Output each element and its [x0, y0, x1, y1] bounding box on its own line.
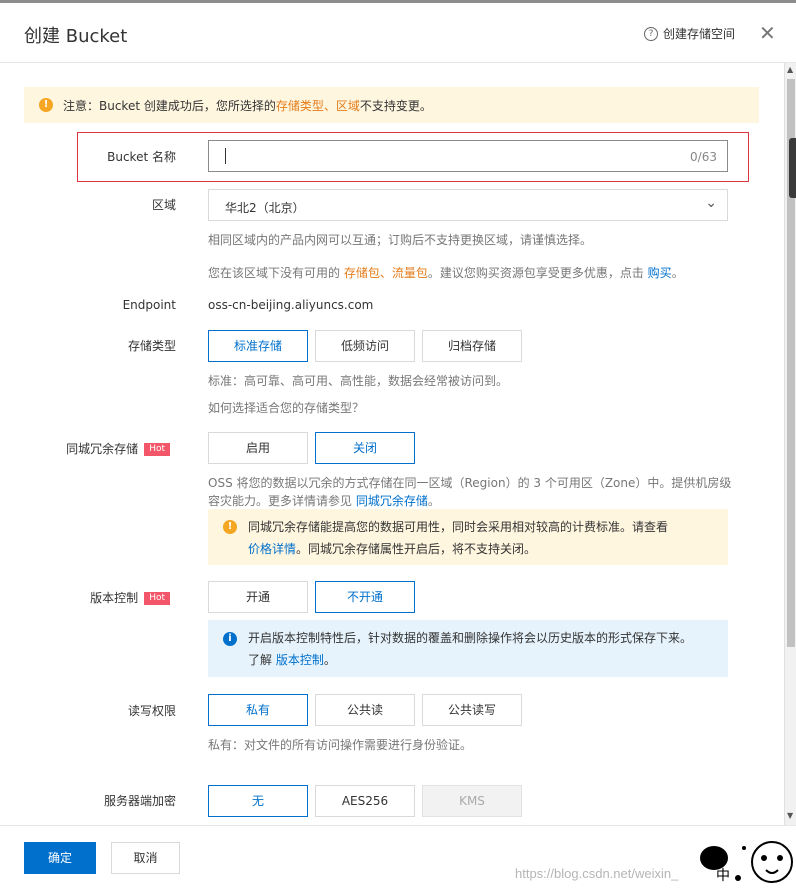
region-hint-2: 您在该区域下没有可用的 存储包、流量包。建议您购买资源包享受更多优惠，点击 购买…: [208, 264, 684, 281]
chevron-down-icon: ⌄: [705, 195, 717, 211]
scroll-down-icon[interactable]: ▼: [787, 811, 793, 820]
cat-mascot-icon: 中: [700, 841, 793, 884]
hot-badge: Hot: [144, 592, 170, 605]
storage-class-label: 存储类型: [127, 339, 176, 353]
notice-highlight: 存储类型、区域: [275, 98, 360, 113]
versioning-label: 版本控制 Hot: [50, 589, 170, 606]
close-icon[interactable]: ✕: [759, 21, 776, 45]
price-detail-link[interactable]: 价格详情: [248, 542, 296, 556]
question-circle-icon: ?: [644, 26, 658, 41]
endpoint-label: Endpoint: [122, 298, 176, 312]
storage-class-hint: 标准：高可靠、高可用、高性能，数据会经常被访问到。: [208, 374, 509, 388]
versioning-tip-box: i 开启版本控制特性后，针对数据的覆盖和删除操作将会以历史版本的形式保存下来。 …: [208, 620, 728, 677]
zrs-desc-line2: 容灾能力。更多详情请参见 同城冗余存储。: [208, 492, 440, 509]
zrs-doc-link[interactable]: 同城冗余存储: [356, 494, 428, 508]
bucket-name-label: Bucket 名称: [107, 150, 176, 164]
cat-text: 中: [716, 868, 730, 884]
acl-label: 读写权限: [127, 704, 176, 718]
versioning-doc-link[interactable]: 版本控制: [276, 653, 324, 667]
bucket-name-input[interactable]: 0/63: [208, 140, 728, 172]
zrs-label-text: 同城冗余存储: [66, 442, 139, 456]
notice-suffix: 不支持变更。: [359, 98, 432, 113]
zrs-label: 同城冗余存储 Hot: [50, 440, 170, 457]
zrs-tip-box: ! 同城冗余存储能提高您的数据可用性，同时会采用相对较高的计费标准。请查看 价格…: [208, 509, 728, 565]
acl-private-button[interactable]: 私有: [208, 694, 308, 726]
help-link[interactable]: ? 创建存储空间: [644, 25, 735, 42]
dialog-body[interactable]: ! 注意：Bucket 创建成功后，您所选择的 存储类型、区域 不支持变更。 B…: [0, 63, 784, 825]
zrs-disable-button[interactable]: 关闭: [315, 432, 415, 464]
encryption-none-button[interactable]: 无: [208, 785, 308, 817]
acl-hint: 私有：对文件的所有访问操作需要进行身份验证。: [208, 738, 473, 752]
region-hint-2-mid: 。建议您购买资源包享受更多优惠，点击: [427, 266, 648, 280]
acl-public-read-write-button[interactable]: 公共读写: [422, 694, 522, 726]
text-cursor: [225, 148, 226, 164]
buy-link[interactable]: 购买: [648, 266, 672, 280]
storage-class-archive-button[interactable]: 归档存储: [422, 330, 522, 362]
watermark: https://blog.csdn.net/weixin_: [515, 866, 679, 881]
versioning-tip-line1: 开启版本控制特性后，针对数据的覆盖和删除操作将会以历史版本的形式保存下来。: [248, 631, 693, 645]
storage-class-standard-button[interactable]: 标准存储: [208, 330, 308, 362]
versioning-disable-button[interactable]: 不开通: [315, 581, 415, 613]
dialog-footer: 确定 取消 https://blog.csdn.net/weixin_ 中: [0, 825, 796, 891]
zrs-desc-suffix: 。: [427, 494, 440, 508]
versioning-tip-suffix: 。: [323, 653, 336, 667]
notice-banner: ! 注意：Bucket 创建成功后，您所选择的 存储类型、区域 不支持变更。: [24, 87, 759, 123]
versioning-tip-prefix: 了解: [248, 653, 276, 667]
encryption-aes256-button[interactable]: AES256: [315, 785, 415, 817]
scroll-up-icon[interactable]: ▲: [787, 65, 793, 74]
zrs-tip-line1: 同城冗余存储能提高您的数据可用性，同时会采用相对较高的计费标准。请查看: [248, 520, 669, 534]
zrs-tip-line2: 价格详情。同城冗余存储属性开启后，将不支持关闭。: [248, 538, 728, 560]
hot-badge: Hot: [144, 443, 170, 456]
region-hint-2-prefix: 您在该区域下没有可用的: [208, 266, 344, 280]
cancel-button[interactable]: 取消: [111, 842, 180, 874]
bucket-name-counter: 0/63: [690, 150, 717, 164]
dialog-title: 创建 Bucket: [24, 26, 128, 47]
warning-icon: !: [39, 98, 53, 112]
versioning-enable-button[interactable]: 开通: [208, 581, 308, 613]
zrs-desc-prefix: 容灾能力。更多详情请参见: [208, 494, 356, 508]
resource-pack-highlight: 存储包、流量包: [343, 266, 428, 280]
dialog-header: 创建 Bucket ? 创建存储空间 ✕: [0, 3, 796, 63]
region-hint-1: 相同区域内的产品内网可以互通；订购后不支持更换区域，请谨慎选择。: [208, 233, 593, 247]
endpoint-value: oss-cn-beijing.aliyuncs.com: [208, 298, 374, 312]
help-link-label: 创建存储空间: [663, 27, 736, 41]
zrs-enable-button[interactable]: 启用: [208, 432, 308, 464]
side-panel-tab[interactable]: [789, 138, 796, 198]
warning-icon: !: [223, 520, 237, 534]
zrs-desc-line1: OSS 将您的数据以冗余的方式存储在同一区域（Region）的 3 个可用区（Z…: [208, 476, 732, 490]
notice-prefix: 注意：Bucket 创建成功后，您所选择的: [63, 98, 276, 113]
region-selected-value: 华北2（北京）: [225, 201, 305, 215]
region-hint-2-suffix: 。: [671, 266, 684, 280]
encryption-label: 服务器端加密: [103, 794, 176, 808]
versioning-label-text: 版本控制: [90, 591, 139, 605]
info-icon: i: [223, 632, 237, 646]
acl-public-read-button[interactable]: 公共读: [315, 694, 415, 726]
region-select[interactable]: 华北2（北京） ⌄: [208, 189, 728, 221]
encryption-kms-button: KMS: [422, 785, 522, 817]
storage-class-ia-button[interactable]: 低频访问: [315, 330, 415, 362]
region-label: 区域: [151, 198, 176, 212]
confirm-button[interactable]: 确定: [24, 842, 96, 874]
versioning-tip-line2: 了解 版本控制。: [248, 649, 728, 671]
storage-class-help-link[interactable]: 如何选择适合您的存储类型？: [208, 399, 364, 416]
zrs-tip-line2-text: 。同城冗余存储属性开启后，将不支持关闭。: [296, 542, 537, 556]
